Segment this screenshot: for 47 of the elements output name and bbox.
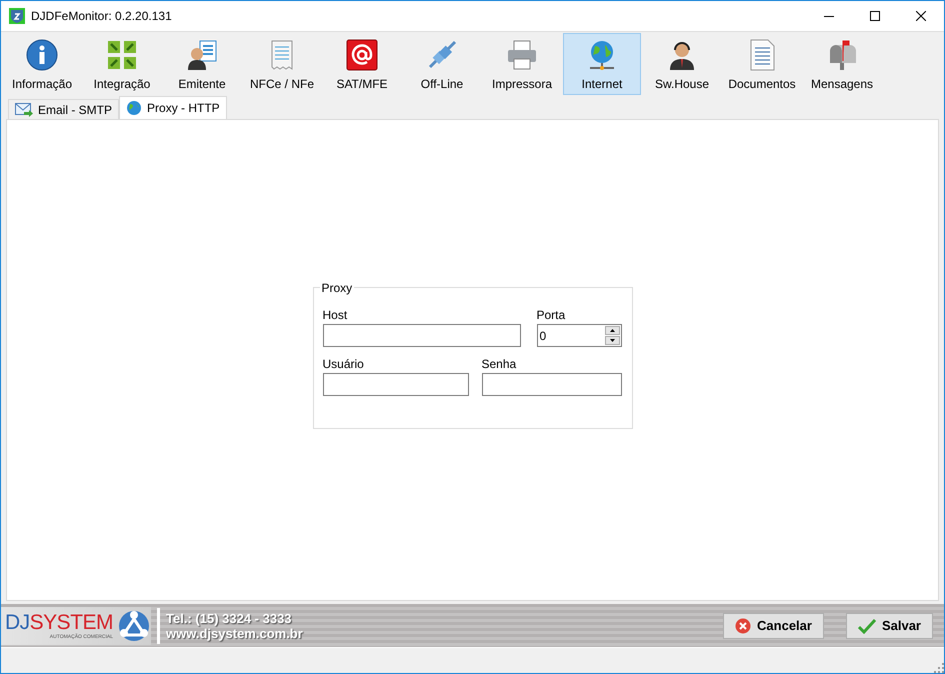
brand-name: DJSYSTEM xyxy=(5,612,114,634)
maximize-icon[interactable] xyxy=(870,11,880,21)
tab[interactable]: Email - SMTP xyxy=(8,99,120,119)
toolbar-button[interactable]: Mensagens xyxy=(803,33,881,95)
phone-number: Tel.: (15) 3324 - 3333 xyxy=(166,610,293,626)
field-label: Senha xyxy=(482,357,518,371)
check-icon xyxy=(858,618,876,634)
cancel-button[interactable]: Cancelar xyxy=(723,612,824,638)
host-field[interactable] xyxy=(322,324,520,347)
window-title: DJDFeMonitor: 0.2.20.131 xyxy=(31,9,173,23)
envelope-icon xyxy=(15,102,33,116)
password-field[interactable] xyxy=(482,373,622,396)
toolbar-button[interactable]: Impressora xyxy=(483,33,561,95)
cancel-icon xyxy=(735,618,752,634)
toolbar-button[interactable]: NFCe / NFe xyxy=(243,33,321,95)
user-field[interactable] xyxy=(322,373,468,396)
arrows-icon xyxy=(106,39,138,71)
globe-icon xyxy=(126,100,142,116)
field-label: Porta xyxy=(536,308,566,322)
person-icon xyxy=(186,39,218,71)
spin-down-button[interactable] xyxy=(604,336,620,345)
info-icon xyxy=(26,39,58,71)
resize-grip-icon[interactable] xyxy=(934,663,944,673)
toolbar-button[interactable]: Emitente xyxy=(163,33,241,95)
caret-up-icon xyxy=(610,329,614,332)
toolbar-button[interactable]: Sw.House xyxy=(643,33,721,95)
save-button[interactable]: Salvar xyxy=(846,612,933,638)
field-label: Usuário xyxy=(322,357,365,371)
group-title: Proxy xyxy=(320,281,354,295)
tab[interactable]: Proxy - HTTP xyxy=(119,96,227,119)
close-icon[interactable] xyxy=(916,11,926,21)
port-spinner[interactable]: 0 xyxy=(536,324,622,347)
toolbar-button[interactable]: Off-Line xyxy=(403,33,481,95)
printer-icon xyxy=(506,39,538,71)
toolbar-button[interactable]: Internet xyxy=(563,33,641,95)
toolbar-button[interactable]: Informação xyxy=(3,33,81,95)
toolbar-button[interactable]: SAT/MFE xyxy=(323,33,401,95)
website: www.djsystem.com.br xyxy=(166,626,303,640)
plug-icon xyxy=(426,39,458,71)
shield-icon xyxy=(9,8,25,24)
at-sign-icon xyxy=(346,39,378,71)
field-label: Host xyxy=(322,308,348,322)
spin-up-button[interactable] xyxy=(604,326,620,335)
toolbar-button[interactable]: Documentos xyxy=(723,33,801,95)
caret-down-icon xyxy=(610,339,614,342)
toolbar-button[interactable]: Integração xyxy=(83,33,161,95)
logo-icon xyxy=(117,608,152,642)
